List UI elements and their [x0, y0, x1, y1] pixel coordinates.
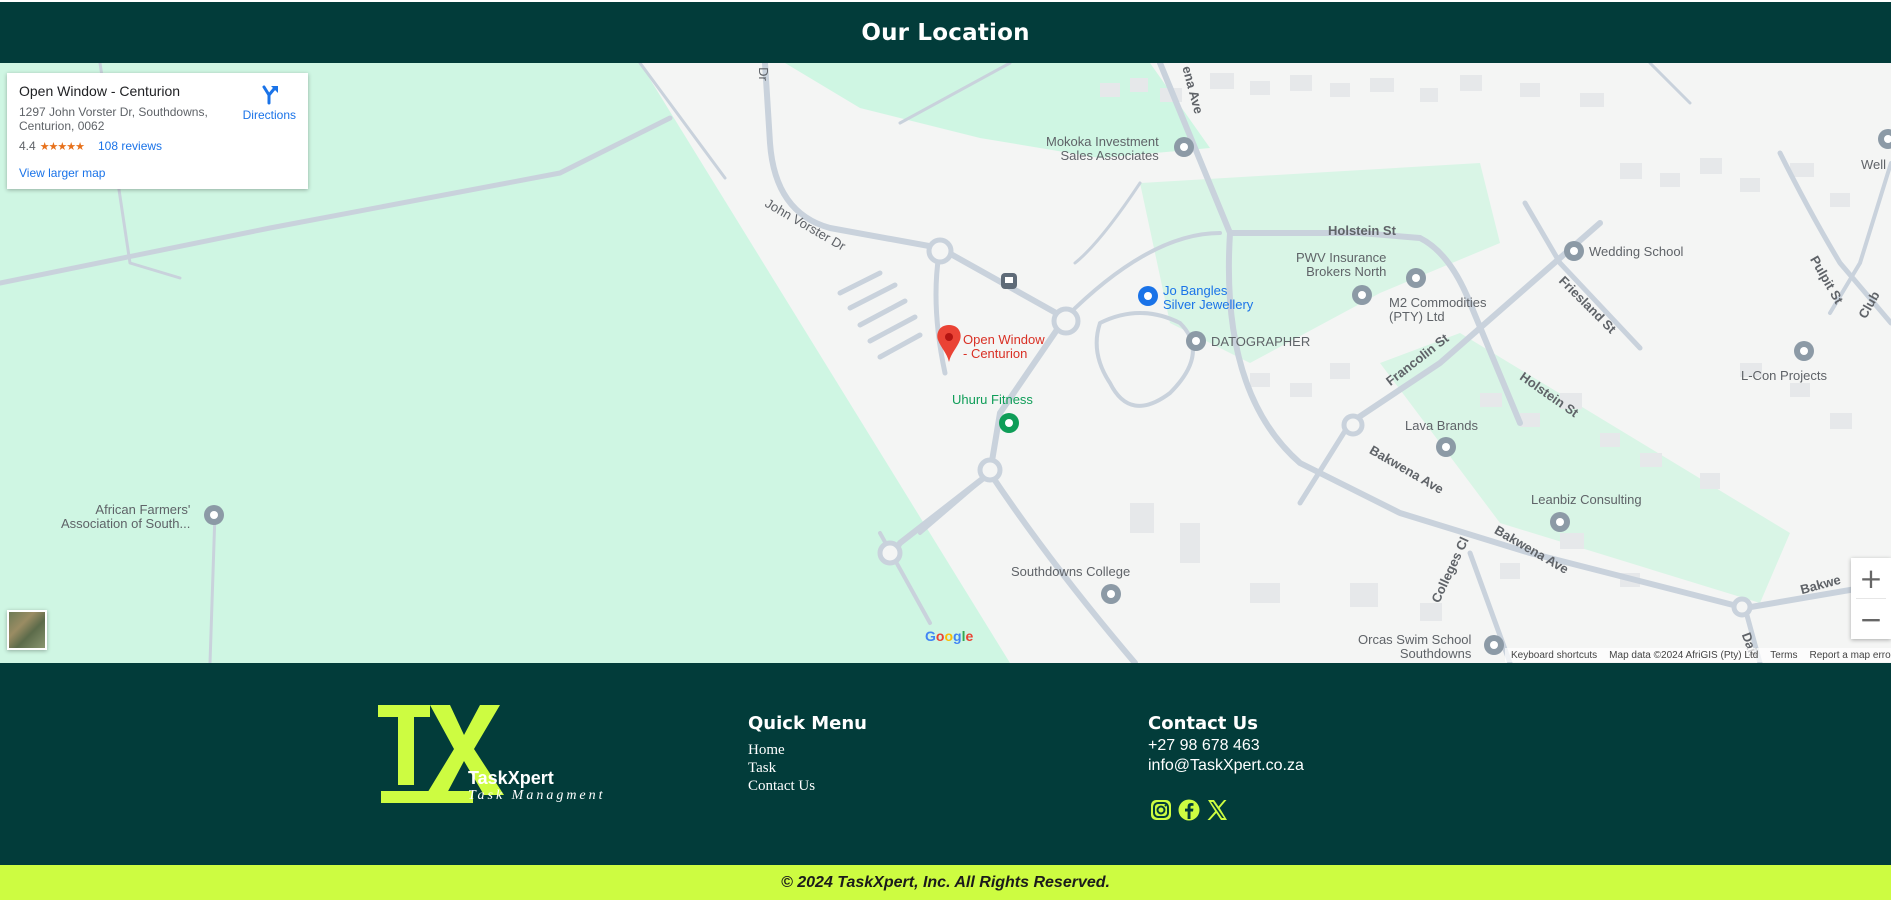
view-larger-map-link[interactable]: View larger map [19, 166, 105, 180]
map-data-credit: Map data ©2024 AfriGIS (Pty) Ltd [1609, 649, 1759, 661]
google-logo: Google [925, 628, 974, 644]
park-area-east [1380, 333, 1790, 603]
street-label: Holstein St [1328, 223, 1396, 238]
map-attribution: Keyboard shortcuts Map data ©2024 AfriGI… [1505, 648, 1891, 662]
reviews-link[interactable]: 108 reviews [98, 139, 162, 153]
instagram-icon[interactable] [1149, 798, 1173, 822]
contact-phone[interactable]: +27 98 678 463 [1148, 737, 1260, 755]
poi-label-wedding[interactable]: Wedding School [1589, 245, 1683, 259]
brand-name: TaskXpert [468, 768, 554, 788]
facebook-icon[interactable] [1177, 798, 1201, 822]
poi-marker-well [1878, 129, 1891, 149]
poi-marker-african [204, 505, 224, 525]
site-footer: TaskXpert Task Managment Quick Menu Home… [0, 663, 1891, 865]
poi-marker-leanbiz [1550, 512, 1570, 532]
poi-label-openwindow[interactable]: Open Window - Centurion [963, 333, 1045, 361]
page-title: Our Location [861, 19, 1030, 46]
contact-email[interactable]: info@TaskXpert.co.za [1148, 757, 1304, 775]
satellite-toggle-button[interactable] [7, 610, 47, 650]
footer-link-home[interactable]: Home [748, 742, 785, 759]
poi-marker-jo-bangles [1138, 286, 1158, 306]
poi-marker-uhuru [999, 413, 1019, 433]
x-icon[interactable] [1205, 798, 1229, 822]
footer-link-task[interactable]: Task [748, 760, 776, 777]
poi-label-southdowns[interactable]: Southdowns College [1011, 565, 1130, 579]
transit-icon [1001, 273, 1017, 289]
poi-label-jo-bangles[interactable]: Jo Bangles Silver Jewellery [1163, 284, 1253, 312]
rating-value: 4.4 [19, 139, 36, 153]
contact-title: Contact Us [1148, 713, 1259, 734]
poi-label-orcas[interactable]: Orcas Swim School Southdowns [1358, 633, 1471, 661]
parking-strips [837, 270, 923, 360]
poi-marker-lava [1436, 437, 1456, 457]
copyright-text: © 2024 TaskXpert, Inc. All Rights Reserv… [781, 873, 1110, 891]
report-error-link[interactable]: Report a map erro [1810, 650, 1891, 661]
poi-label-african[interactable]: African Farmers' Association of South... [61, 503, 190, 531]
zoom-in-button[interactable]: + [1851, 558, 1891, 598]
poi-label-lcon[interactable]: L-Con Projects [1741, 369, 1827, 383]
poi-marker-lcon [1794, 341, 1814, 361]
footer-link-contact[interactable]: Contact Us [748, 778, 815, 795]
directions-icon [262, 85, 279, 105]
place-card: Open Window - Centurion 1297 John Vorste… [7, 73, 308, 189]
zoom-out-button[interactable]: − [1851, 599, 1891, 639]
directions-button[interactable]: Directions [243, 83, 296, 122]
poi-label-lava[interactable]: Lava Brands [1405, 419, 1478, 433]
poi-label-leanbiz[interactable]: Leanbiz Consulting [1531, 493, 1642, 507]
poi-marker-datographer [1186, 331, 1206, 351]
copyright-bar: © 2024 TaskXpert, Inc. All Rights Reserv… [0, 865, 1891, 900]
poi-label-well[interactable]: Well [1861, 158, 1886, 172]
poi-marker-wedding [1564, 241, 1584, 261]
street-label: Dr [755, 67, 771, 81]
quick-menu-title: Quick Menu [748, 713, 867, 734]
poi-marker-southdowns [1101, 584, 1121, 604]
poi-label-pwv[interactable]: PWV Insurance Brokers North [1296, 251, 1386, 279]
poi-label-m2[interactable]: M2 Commodities (PTY) Ltd [1389, 296, 1487, 324]
poi-label-uhuru[interactable]: Uhuru Fitness [952, 393, 1033, 407]
rating-stars-icon: ★★★★★ [39, 140, 85, 153]
directions-label: Directions [242, 108, 296, 122]
poi-marker-m2 [1406, 268, 1426, 288]
location-header: Our Location [0, 2, 1891, 63]
poi-marker-pwv [1352, 285, 1372, 305]
poi-marker-orcas [1484, 635, 1504, 655]
terms-link[interactable]: Terms [1770, 650, 1797, 661]
place-address: 1297 John Vorster Dr, Southdowns, Centur… [19, 105, 208, 133]
place-rating-row: 4.4 ★★★★★ 108 reviews [19, 139, 296, 153]
poi-marker-mokoka [1174, 137, 1194, 157]
zoom-controls: + − [1851, 558, 1891, 639]
keyboard-shortcuts-link[interactable]: Keyboard shortcuts [1511, 650, 1597, 661]
poi-label-datographer[interactable]: DATOGRAPHER [1211, 335, 1310, 349]
brand-tagline: Task Managment [468, 788, 606, 803]
poi-label-mokoka[interactable]: Mokoka Investment Sales Associates [1046, 135, 1159, 163]
